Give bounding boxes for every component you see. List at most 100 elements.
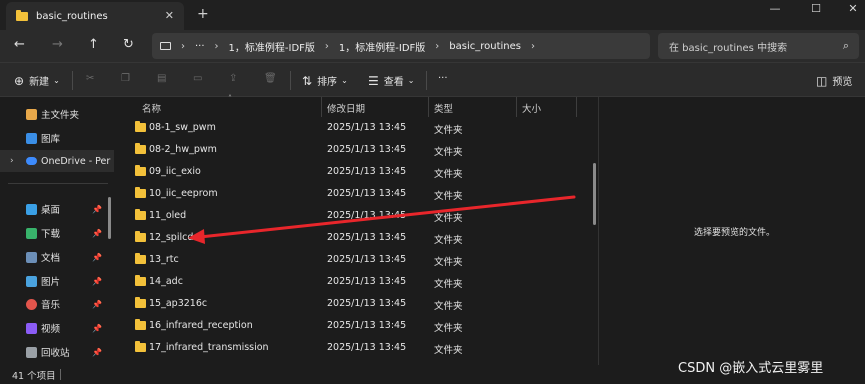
pin-icon[interactable]: 📌 [92, 229, 102, 238]
file-date: 2025/1/13 13:45 [327, 232, 407, 243]
sidebar-item-videos[interactable]: 视频 📌 [0, 317, 114, 339]
download-icon [26, 227, 37, 239]
breadcrumb-ellipsis[interactable]: ··· [195, 41, 205, 52]
pin-icon[interactable]: 📌 [92, 324, 102, 333]
sidebar-item-desktop[interactable]: 桌面 📌 [0, 198, 114, 220]
file-name: 08-1_sw_pwm [149, 122, 216, 133]
column-header-name[interactable]: 名称 [142, 101, 161, 115]
file-row[interactable]: 09_iic_exio 2025/1/13 13:45 文件夹 [120, 161, 598, 183]
pin-icon[interactable]: 📌 [92, 277, 102, 286]
column-divider[interactable] [516, 97, 517, 117]
copy-icon[interactable]: ❐ [121, 73, 130, 84]
minimize-button[interactable]: — [760, 0, 790, 18]
column-header-type[interactable]: 类型 [434, 101, 453, 115]
sort-button[interactable]: ⇅ 排序 ⌄ [302, 73, 348, 89]
file-row[interactable]: 17_infrared_transmission 2025/1/13 13:45… [120, 337, 598, 359]
back-arrow-icon[interactable]: ← [14, 37, 25, 52]
search-icon[interactable]: ⌕ [843, 39, 849, 53]
tab-label: basic_routines [36, 10, 108, 22]
pin-icon[interactable]: 📌 [92, 348, 102, 357]
file-row[interactable]: 11_oled 2025/1/13 13:45 文件夹 [120, 205, 598, 227]
file-type: 文件夹 [434, 345, 463, 356]
folder-icon [135, 253, 146, 264]
refresh-icon[interactable]: ↻ [123, 37, 134, 52]
file-date: 2025/1/13 13:45 [327, 166, 407, 177]
preview-pane-icon: ◫ [816, 73, 828, 88]
tab-basic-routines[interactable]: basic_routines ✕ [6, 2, 184, 30]
file-row[interactable]: 13_rtc 2025/1/13 13:45 文件夹 [120, 249, 598, 271]
new-tab-icon[interactable]: + [197, 6, 209, 22]
toolbar-divider [290, 71, 291, 90]
sidebar-scrollbar[interactable] [108, 197, 111, 239]
preview-button-label: 预览 [832, 77, 853, 88]
sidebar-item-home[interactable]: 主文件夹 [0, 103, 114, 125]
music-icon [26, 298, 37, 310]
column-header-date[interactable]: 修改日期 [327, 101, 365, 115]
forward-arrow-icon[interactable]: → [52, 37, 63, 52]
column-header-size[interactable]: 大小 [522, 101, 541, 115]
breadcrumb-item[interactable]: basic_routines [449, 41, 521, 52]
cut-icon[interactable]: ✂ [86, 73, 94, 84]
folder-icon [135, 143, 146, 154]
sidebar-item-label: 图片 [41, 277, 61, 288]
search-input[interactable]: 在 basic_routines 中搜索 ⌕ [658, 33, 859, 59]
file-row[interactable]: 16_infrared_reception 2025/1/13 13:45 文件… [120, 315, 598, 337]
file-name: 16_infrared_reception [149, 320, 253, 331]
sidebar-item-downloads[interactable]: 下载 📌 [0, 222, 114, 244]
file-type: 文件夹 [434, 279, 463, 290]
home-icon [26, 108, 37, 120]
column-divider[interactable] [576, 97, 577, 117]
file-list-scrollbar[interactable] [593, 163, 596, 225]
close-window-button[interactable]: ✕ [838, 0, 865, 18]
breadcrumb-item[interactable]: 1，标准例程-IDF版 [339, 39, 425, 54]
sidebar-item-label: 视频 [41, 324, 61, 335]
sidebar-divider [8, 183, 108, 184]
column-divider[interactable] [428, 97, 429, 117]
delete-icon[interactable]: 🗑 [264, 73, 277, 84]
toolbar-divider [426, 71, 427, 90]
address-bar[interactable]: › ··· › 1，标准例程-IDF版 › 1，标准例程-IDF版 › basi… [152, 33, 650, 59]
pin-icon[interactable]: 📌 [92, 300, 102, 309]
sidebar-item-music[interactable]: 音乐 📌 [0, 293, 114, 315]
new-button[interactable]: ⊕ 新建 ⌄ [14, 73, 60, 89]
chevron-right-icon: › [214, 40, 219, 52]
file-type: 文件夹 [434, 191, 463, 202]
tab-close-icon[interactable]: ✕ [165, 9, 174, 22]
preview-pane-button[interactable]: ◫ 预览 [816, 73, 853, 89]
chevron-right-icon[interactable]: › [10, 156, 14, 166]
pin-icon[interactable]: 📌 [92, 253, 102, 262]
sidebar-item-pictures[interactable]: 图片 📌 [0, 270, 114, 292]
sidebar-item-gallery[interactable]: 图库 [0, 127, 114, 149]
file-row[interactable]: 15_ap3216c 2025/1/13 13:45 文件夹 [120, 293, 598, 315]
pin-icon[interactable]: 📌 [92, 205, 102, 214]
file-list: ˄ 名称 修改日期 类型 大小 08-1_sw_pwm 2025/1/13 13… [120, 94, 598, 365]
view-button[interactable]: ☰ 查看 ⌄ [368, 73, 414, 89]
sidebar-item-onedrive[interactable]: › OneDrive - Per [0, 150, 114, 172]
sidebar-item-documents[interactable]: 文档 📌 [0, 246, 114, 268]
file-row[interactable]: 08-2_hw_pwm 2025/1/13 13:45 文件夹 [120, 139, 598, 161]
rename-icon[interactable]: ▭ [193, 73, 202, 84]
more-options-button[interactable]: ··· [438, 73, 448, 84]
sidebar-item-label: 主文件夹 [41, 110, 80, 121]
sidebar-item-label: 桌面 [41, 205, 61, 216]
folder-icon [135, 121, 146, 132]
item-count: 41 个项目 [12, 371, 56, 382]
status-divider [60, 369, 61, 380]
column-divider[interactable] [321, 97, 322, 117]
file-type: 文件夹 [434, 213, 463, 224]
file-row[interactable]: 14_adc 2025/1/13 13:45 文件夹 [120, 271, 598, 293]
breadcrumb-item[interactable]: 1，标准例程-IDF版 [229, 39, 315, 54]
preview-message: 选择要预览的文件。 [694, 228, 776, 238]
maximize-button[interactable]: ☐ [801, 0, 831, 18]
pictures-icon [26, 275, 37, 287]
chevron-down-icon: ⌄ [341, 76, 348, 85]
sidebar-item-recycle-bin[interactable]: 回收站 📌 [0, 341, 114, 363]
chevron-right-icon: › [181, 40, 185, 52]
file-row[interactable]: 08-1_sw_pwm 2025/1/13 13:45 文件夹 [120, 117, 598, 139]
file-name: 15_ap3216c [149, 298, 208, 309]
up-arrow-icon[interactable]: ↑ [88, 37, 99, 52]
paste-icon[interactable]: ▤ [157, 73, 166, 84]
file-row[interactable]: 12_spilcd 2025/1/13 13:45 文件夹 [120, 227, 598, 249]
file-row[interactable]: 10_iic_eeprom 2025/1/13 13:45 文件夹 [120, 183, 598, 205]
share-icon[interactable]: ⇪ [229, 73, 237, 84]
